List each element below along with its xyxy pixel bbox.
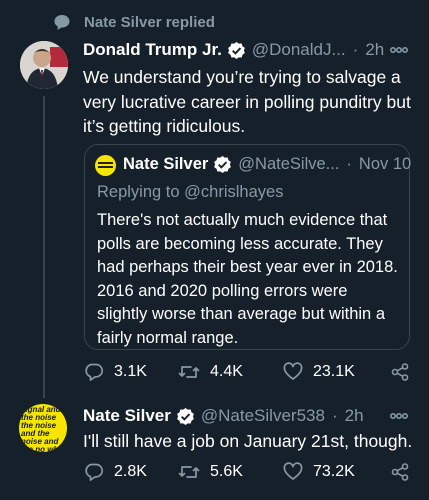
like-button[interactable]: 23.1K	[283, 362, 355, 382]
more-options-icon[interactable]	[389, 40, 409, 65]
separator-dot: ·	[352, 40, 359, 59]
tweet-header: Donald Trump Jr. @DonaldJ... · 2h	[83, 40, 384, 60]
author-name[interactable]: Nate Silver	[83, 406, 171, 426]
speech-bubble-icon	[52, 12, 72, 32]
share-icon	[391, 363, 409, 381]
quoted-tweet-text: There's not actually much evidence that …	[97, 211, 398, 347]
separator-dot: ·	[331, 406, 338, 425]
retweet-icon	[178, 466, 200, 478]
avatar-book-cover-text: signal and the noise the noise and the n…	[21, 405, 63, 453]
reply-button[interactable]: 3.1K	[84, 362, 147, 382]
replying-to: Replying to @chrislhayes	[97, 183, 283, 202]
reply-icon	[85, 463, 104, 481]
verified-badge-icon	[176, 407, 195, 426]
replying-to-prefix: Replying to	[97, 183, 180, 201]
reply-button[interactable]: 2.8K	[84, 462, 147, 482]
quoted-header: Nate Silver @NateSilve... · Nov 10	[123, 155, 411, 174]
quoted-author-handle: @NateSilve...	[238, 155, 340, 173]
thread-line	[43, 96, 45, 398]
retweet-icon	[178, 366, 200, 378]
heart-icon	[283, 462, 303, 480]
verified-badge-icon	[227, 41, 246, 60]
reply-count: 3.1K	[114, 363, 147, 380]
like-button[interactable]: 73.2K	[283, 462, 355, 482]
retweet-count: 4.4K	[210, 363, 243, 380]
more-options-icon[interactable]	[389, 406, 409, 431]
timestamp[interactable]: 2h	[365, 40, 384, 60]
tweet-text: I'll still have a job on January 21st, t…	[83, 431, 413, 451]
retweet-button[interactable]: 4.4K	[178, 362, 243, 382]
tweet-header: Nate Silver @NateSilver538 · 2h	[83, 406, 364, 426]
tweet-text: We understand you’re trying to salvage a…	[83, 67, 411, 136]
replying-to-handle[interactable]: @chrislhayes	[184, 183, 283, 201]
author-name[interactable]: Donald Trump Jr.	[83, 40, 222, 60]
quoted-timestamp: Nov 10	[358, 155, 412, 173]
share-icon	[391, 463, 409, 481]
avatar[interactable]: signal and the noise the noise and the n…	[19, 404, 67, 452]
quoted-avatar	[95, 155, 116, 176]
separator-dot: ·	[346, 155, 352, 173]
quoted-tweet[interactable]: Nate Silver @NateSilve... · Nov 10 Reply…	[84, 144, 411, 350]
share-button[interactable]	[390, 462, 410, 482]
quoted-author-name: Nate Silver	[123, 155, 209, 173]
share-button[interactable]	[390, 362, 410, 382]
retweet-count: 5.6K	[210, 463, 243, 480]
reply-count: 2.8K	[114, 463, 147, 480]
reply-icon	[85, 363, 104, 381]
author-handle[interactable]: @NateSilver538	[201, 406, 325, 426]
replied-context[interactable]: Nate Silver replied	[52, 10, 215, 34]
heart-icon	[283, 362, 303, 380]
avatar[interactable]	[20, 41, 68, 89]
verified-badge-icon	[213, 155, 232, 174]
author-handle[interactable]: @DonaldJ...	[252, 40, 346, 60]
replied-label: Nate Silver replied	[84, 13, 215, 31]
like-count: 23.1K	[313, 363, 355, 380]
retweet-button[interactable]: 5.6K	[178, 462, 243, 482]
like-count: 73.2K	[313, 463, 355, 480]
timestamp[interactable]: 2h	[345, 406, 364, 426]
